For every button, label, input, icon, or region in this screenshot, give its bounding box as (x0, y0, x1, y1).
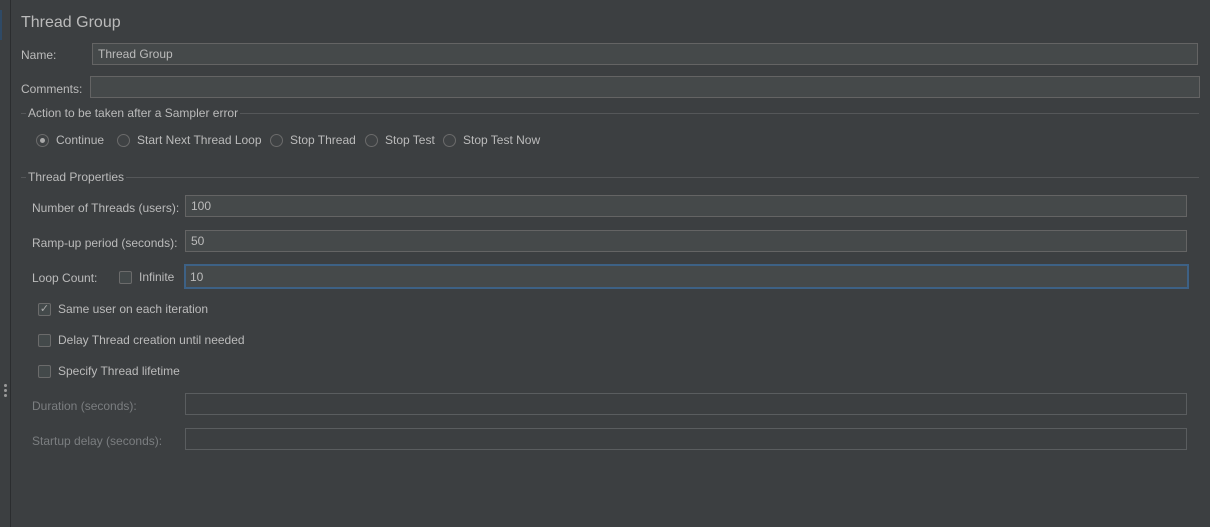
radio-stop-thread[interactable]: Stop Thread (270, 133, 356, 147)
checkmark-icon: ✓ (38, 302, 51, 316)
checkbox-label: Infinite (139, 270, 175, 284)
checkbox-unchecked-icon (119, 270, 132, 284)
rampup-input[interactable] (185, 230, 1187, 252)
startup-delay-input[interactable] (185, 428, 1187, 450)
fieldset-divider (21, 177, 1199, 178)
specify-thread-lifetime-checkbox[interactable]: Specify Thread lifetime (38, 364, 180, 378)
radio-label: Stop Test (385, 133, 435, 147)
radio-label: Start Next Thread Loop (137, 133, 262, 147)
loop-count-label: Loop Count: (32, 271, 98, 285)
thread-group-panel: Thread Group Name: Comments: Action to b… (11, 0, 1210, 527)
comments-label: Comments: (21, 82, 83, 96)
radio-label: Stop Test Now (463, 133, 541, 147)
radio-unselected-icon (365, 133, 378, 147)
rampup-label: Ramp-up period (seconds): (32, 236, 178, 250)
radio-label: Stop Thread (290, 133, 356, 147)
checkbox-unchecked-icon (38, 364, 51, 378)
duration-label: Duration (seconds): (32, 399, 137, 413)
radio-stop-test[interactable]: Stop Test (365, 133, 435, 147)
splitter-grip-icon[interactable] (4, 384, 7, 399)
infinite-checkbox[interactable]: Infinite (119, 270, 174, 284)
loop-count-input[interactable] (184, 264, 1189, 289)
threads-label: Number of Threads (users): (32, 201, 180, 215)
radio-stop-test-now[interactable]: Stop Test Now (443, 133, 540, 147)
left-tree-edge (0, 0, 11, 527)
delay-thread-creation-checkbox[interactable]: Delay Thread creation until needed (38, 333, 245, 347)
radio-unselected-icon (270, 133, 283, 147)
checkbox-label: Same user on each iteration (58, 302, 209, 316)
thread-properties-legend: Thread Properties (26, 170, 127, 184)
same-user-checkbox[interactable]: ✓ Same user on each iteration (38, 302, 208, 316)
radio-continue[interactable]: Continue (36, 133, 104, 147)
name-label: Name: (21, 48, 57, 62)
startup-delay-label: Startup delay (seconds): (32, 434, 163, 448)
comments-input[interactable] (90, 76, 1200, 98)
name-input[interactable] (92, 43, 1198, 65)
tree-selection-marker (0, 10, 2, 40)
sampler-error-legend: Action to be taken after a Sampler error (26, 106, 241, 120)
checkbox-label: Delay Thread creation until needed (58, 333, 245, 347)
page-title: Thread Group (21, 14, 121, 31)
radio-label: Continue (56, 133, 105, 147)
radio-start-next-thread-loop[interactable]: Start Next Thread Loop (117, 133, 262, 147)
checkbox-label: Specify Thread lifetime (58, 364, 180, 378)
radio-unselected-icon (443, 133, 456, 147)
duration-input[interactable] (185, 393, 1187, 415)
threads-input[interactable] (185, 195, 1187, 217)
radio-unselected-icon (117, 133, 130, 147)
radio-selected-icon (36, 133, 49, 147)
checkbox-unchecked-icon (38, 333, 51, 347)
